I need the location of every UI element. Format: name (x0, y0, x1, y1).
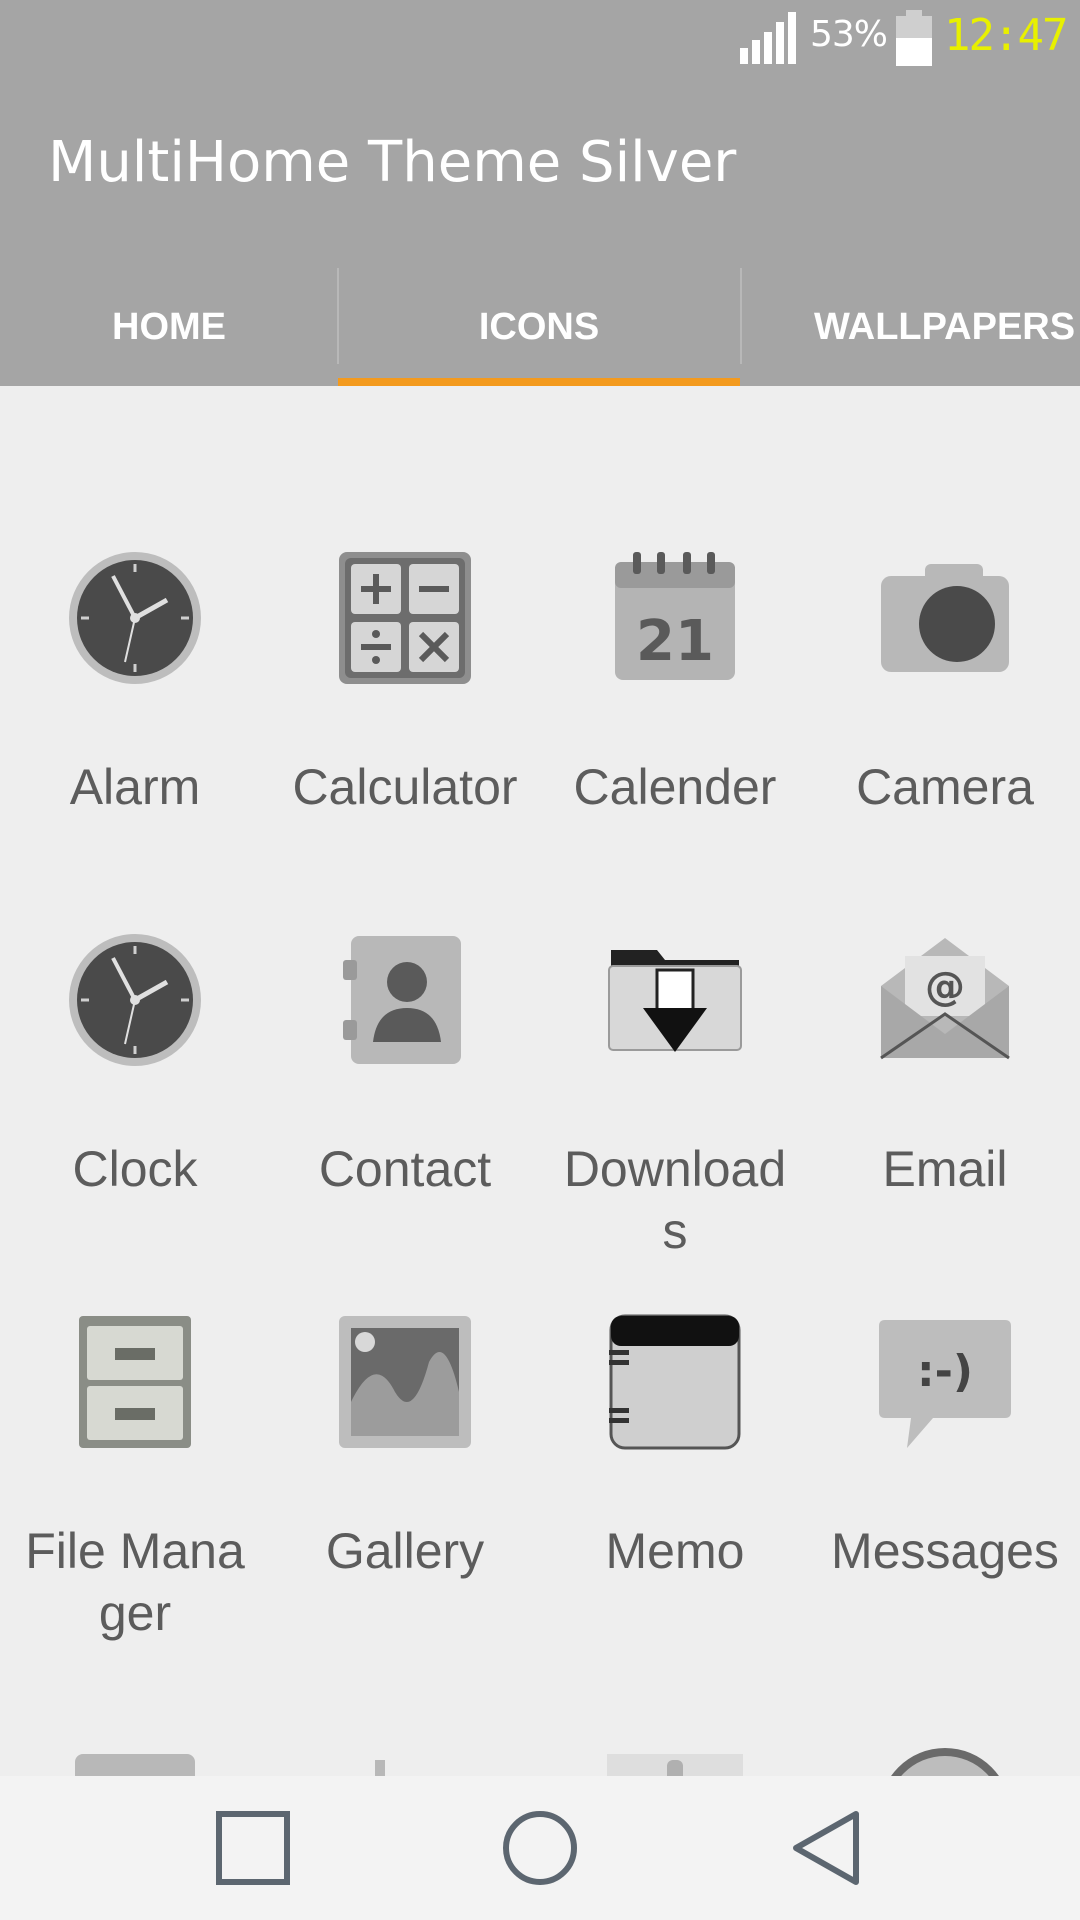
grid-item-memo[interactable]: Memo (540, 1150, 810, 1579)
gallery-icon (339, 1316, 471, 1448)
grid-item-contact[interactable]: Contact (270, 768, 540, 1197)
tab-bar: HOME ICONS WALLPAPERS (0, 268, 1080, 386)
tab-home[interactable]: HOME (0, 268, 338, 386)
tab-wallpapers[interactable]: WALLPAPERS (742, 268, 1080, 386)
partial-icon (375, 1760, 385, 1776)
partial-icon (75, 1754, 195, 1776)
grid-item-email[interactable]: @ Email (810, 768, 1080, 1197)
contact-book-icon (343, 936, 461, 1064)
camera-icon (881, 564, 1009, 672)
grid-item-partial[interactable] (540, 1532, 810, 1776)
partial-icon (891, 1748, 999, 1776)
status-time: 12:47 (944, 10, 1068, 61)
file-cabinet-icon (79, 1316, 191, 1448)
grid-item-downloads[interactable]: Downloads (540, 768, 810, 1259)
recent-apps-icon[interactable] (211, 1806, 295, 1890)
calculator-icon (339, 552, 471, 684)
grid-item-partial[interactable] (810, 1532, 1080, 1776)
battery-percent: 53% (810, 14, 888, 55)
calendar-icon: 21 (615, 552, 735, 680)
back-triangle-icon[interactable] (786, 1806, 870, 1890)
message-icon: :-) (879, 1320, 1011, 1448)
page-title: MultiHome Theme Silver (48, 130, 737, 195)
grid-item-calculator[interactable]: Calculator (270, 386, 540, 815)
grid-item-file-manager[interactable]: File Manager (0, 1150, 270, 1641)
status-bar: 53% 12:47 (0, 0, 1080, 80)
grid-item-calender[interactable]: 21 Calender (540, 386, 810, 815)
calendar-date: 21 (636, 609, 714, 674)
download-icon (608, 950, 742, 1052)
grid-item-alarm[interactable]: Alarm (0, 386, 270, 815)
grid-item-partial[interactable] (0, 1532, 270, 1776)
icon-grid: Alarm Calculator 21 Calender Camera Cloc… (0, 386, 1080, 1776)
emoticon-text: :-) (917, 1346, 973, 1397)
email-icon: @ (880, 938, 1010, 1060)
tab-selected-indicator (338, 378, 740, 386)
partial-icon (607, 1754, 743, 1776)
battery-icon (896, 10, 932, 66)
grid-item-messages[interactable]: :-) Messages (810, 1150, 1080, 1579)
svg-text:@: @ (925, 964, 965, 1010)
tab-divider (740, 268, 742, 364)
grid-item-partial[interactable] (270, 1532, 540, 1776)
tab-divider (337, 268, 339, 364)
grid-item-gallery[interactable]: Gallery (270, 1150, 540, 1579)
signal-icon (740, 12, 796, 64)
memo-icon (609, 1314, 741, 1450)
navigation-bar (0, 1776, 1080, 1920)
grid-item-camera[interactable]: Camera (810, 386, 1080, 815)
home-circle-icon[interactable] (498, 1806, 582, 1890)
grid-item-clock[interactable]: Clock (0, 768, 270, 1197)
clock-icon (69, 934, 201, 1066)
app-bar: MultiHome Theme Silver HOME ICONS WALLPA… (0, 80, 1080, 386)
tab-icons[interactable]: ICONS (338, 268, 740, 386)
alarm-clock-icon (69, 552, 201, 684)
